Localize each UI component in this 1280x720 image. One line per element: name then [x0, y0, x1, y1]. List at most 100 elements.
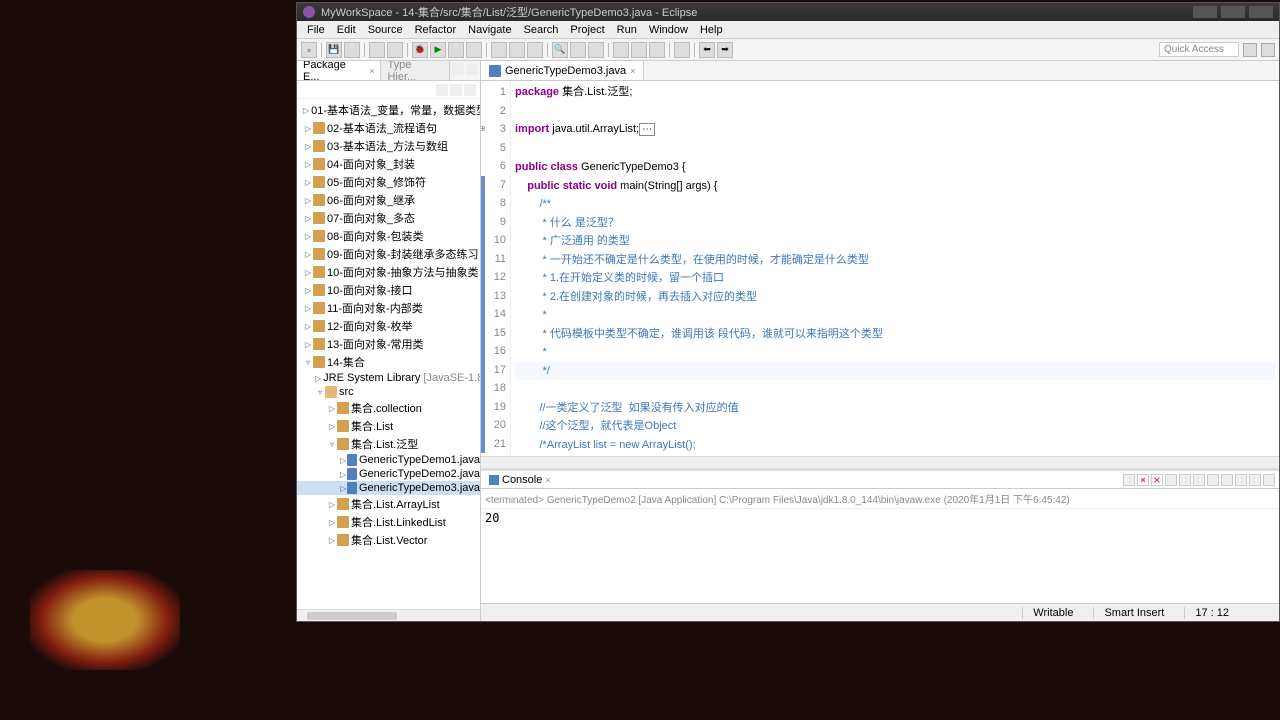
statusbar: Writable Smart Insert 17 : 12	[481, 603, 1279, 621]
menu-refactor[interactable]: Refactor	[409, 24, 463, 36]
tree-item[interactable]: 08-面向对象-包装类	[327, 228, 424, 244]
debug-icon[interactable]: 🐞	[412, 42, 428, 58]
pin-icon[interactable]	[674, 42, 690, 58]
search-icon[interactable]: 🔍	[552, 42, 568, 58]
coverage-icon[interactable]	[448, 42, 464, 58]
annotation-icon[interactable]	[588, 42, 604, 58]
build-icon[interactable]	[369, 42, 385, 58]
tab-console[interactable]: Console ×	[485, 474, 555, 486]
code-editor[interactable]: 1 2 ⊕3 5 6 ⊖7 8 9 10 11 12 13 14 15 16 1…	[481, 81, 1279, 456]
prev-annotation-icon[interactable]	[649, 42, 665, 58]
collapse-all-icon[interactable]	[436, 84, 448, 96]
pin-console-icon[interactable]	[1207, 474, 1219, 486]
terminate-icon[interactable]	[1123, 474, 1135, 486]
forward-icon[interactable]: ➡	[717, 42, 733, 58]
save-all-icon[interactable]	[344, 42, 360, 58]
tree-item[interactable]: 集合.List	[351, 418, 393, 434]
view-menu-icon[interactable]	[464, 84, 476, 96]
close-icon[interactable]: ×	[545, 475, 550, 485]
maximize-view-icon[interactable]	[466, 63, 478, 75]
new-class-icon[interactable]	[509, 42, 525, 58]
maximize-icon[interactable]	[1263, 474, 1275, 486]
console-output[interactable]: 20	[481, 509, 1279, 603]
window-title: MyWorkSpace - 14-集合/src/集合/List/泛型/Gener…	[321, 4, 697, 20]
tree-item[interactable]: 03-基本语法_方法与数组	[327, 138, 448, 154]
quick-access-input[interactable]: Quick Access	[1159, 42, 1239, 57]
editor-hscroll[interactable]	[481, 456, 1279, 468]
minimize-button[interactable]	[1193, 6, 1217, 18]
run-icon[interactable]: ▶	[430, 42, 446, 58]
close-icon[interactable]: ×	[369, 66, 374, 76]
tree-item[interactable]: 10-面向对象-接口	[327, 282, 413, 298]
status-cursor-pos: 17 : 12	[1184, 607, 1229, 619]
menu-file[interactable]: File	[301, 24, 331, 36]
project-tree[interactable]: ▷01-基本语法_变量，常量，数据类型，运算 ▷02-基本语法_流程语句 ▷03…	[297, 99, 480, 609]
tree-item[interactable]: 05-面向对象_修饰符	[327, 174, 426, 190]
minimize-view-icon[interactable]	[452, 63, 464, 75]
tree-item[interactable]: JRE System Library [JavaSE-1.8]	[323, 372, 480, 384]
tab-package-explorer[interactable]: Package E... ×	[297, 61, 381, 80]
toggle-mark-icon[interactable]	[570, 42, 586, 58]
remove-launch-icon[interactable]: ×	[1137, 474, 1149, 486]
save-icon[interactable]: 💾	[326, 42, 342, 58]
fold-icon[interactable]: ⊖	[481, 176, 486, 195]
fold-icon[interactable]: ⊕	[481, 120, 486, 139]
eclipse-window: MyWorkSpace - 14-集合/src/集合/List/泛型/Gener…	[296, 2, 1280, 622]
sidebar-hscroll[interactable]	[297, 609, 480, 621]
tree-item[interactable]: 10-面向对象-抽象方法与抽象类	[327, 264, 479, 280]
tree-item[interactable]: 集合.collection	[351, 400, 422, 416]
tree-item[interactable]: 14-集合	[327, 354, 365, 370]
tree-item[interactable]: 集合.List.LinkedList	[351, 514, 446, 530]
tree-item[interactable]: 12-面向对象-枚举	[327, 318, 413, 334]
clear-console-icon[interactable]	[1165, 474, 1177, 486]
menu-window[interactable]: Window	[643, 24, 694, 36]
close-button[interactable]	[1249, 6, 1273, 18]
tree-file[interactable]: GenericTypeDemo2.java	[359, 468, 480, 480]
open-console-icon[interactable]	[1235, 474, 1247, 486]
tree-item[interactable]: 集合.List.泛型	[351, 436, 418, 452]
display-console-icon[interactable]	[1221, 474, 1233, 486]
menu-source[interactable]: Source	[362, 24, 409, 36]
minimize-icon[interactable]	[1249, 474, 1261, 486]
prev-edit-icon[interactable]	[613, 42, 629, 58]
tree-item[interactable]: src	[339, 386, 354, 398]
new-package-icon[interactable]	[491, 42, 507, 58]
menu-project[interactable]: Project	[564, 24, 610, 36]
close-icon[interactable]: ×	[630, 66, 635, 76]
tree-item[interactable]: 07-面向对象_多态	[327, 210, 415, 226]
tree-item[interactable]: 集合.List.Vector	[351, 532, 427, 548]
menu-run[interactable]: Run	[611, 24, 643, 36]
perspective-java-icon[interactable]	[1243, 43, 1257, 57]
menu-navigate[interactable]: Navigate	[462, 24, 517, 36]
menu-edit[interactable]: Edit	[331, 24, 362, 36]
menu-help[interactable]: Help	[694, 24, 729, 36]
tree-file-current[interactable]: GenericTypeDemo3.java	[359, 482, 480, 494]
toolbar: ▫ 💾 🐞 ▶ 🔍 ⬅ ➡ Quick Access	[297, 39, 1279, 61]
tree-item[interactable]: 09-面向对象-封装继承多态练习	[327, 246, 479, 262]
tree-item[interactable]: 13-面向对象-常用类	[327, 336, 424, 352]
link-editor-icon[interactable]	[450, 84, 462, 96]
ext-tools-icon[interactable]	[466, 42, 482, 58]
skip-icon[interactable]	[387, 42, 403, 58]
open-type-icon[interactable]	[527, 42, 543, 58]
line-gutter: 1 2 ⊕3 5 6 ⊖7 8 9 10 11 12 13 14 15 16 1…	[481, 81, 511, 456]
tree-item[interactable]: 06-面向对象_继承	[327, 192, 415, 208]
word-wrap-icon[interactable]	[1193, 474, 1205, 486]
tree-item[interactable]: 02-基本语法_流程语句	[327, 120, 437, 136]
tree-item[interactable]: 04-面向对象_封装	[327, 156, 415, 172]
back-icon[interactable]: ⬅	[699, 42, 715, 58]
perspective-open-icon[interactable]	[1261, 43, 1275, 57]
tree-item[interactable]: 01-基本语法_变量，常量，数据类型，运算	[311, 102, 480, 118]
tab-type-hierarchy[interactable]: Type Hier...	[381, 61, 450, 80]
tree-item[interactable]: 集合.List.ArrayList	[351, 496, 440, 512]
maximize-button[interactable]	[1221, 6, 1245, 18]
editor-tab[interactable]: GenericTypeDemo3.java ×	[481, 61, 644, 80]
tree-file[interactable]: GenericTypeDemo1.java	[359, 454, 480, 466]
menu-search[interactable]: Search	[518, 24, 565, 36]
new-icon[interactable]: ▫	[301, 42, 317, 58]
remove-all-icon[interactable]: ⨯	[1151, 474, 1163, 486]
next-annotation-icon[interactable]	[631, 42, 647, 58]
tree-item[interactable]: 11-面向对象-内部类	[327, 300, 423, 316]
scroll-lock-icon[interactable]	[1179, 474, 1191, 486]
code-content[interactable]: package 集合.List.泛型; import java.util.Arr…	[511, 81, 1279, 456]
